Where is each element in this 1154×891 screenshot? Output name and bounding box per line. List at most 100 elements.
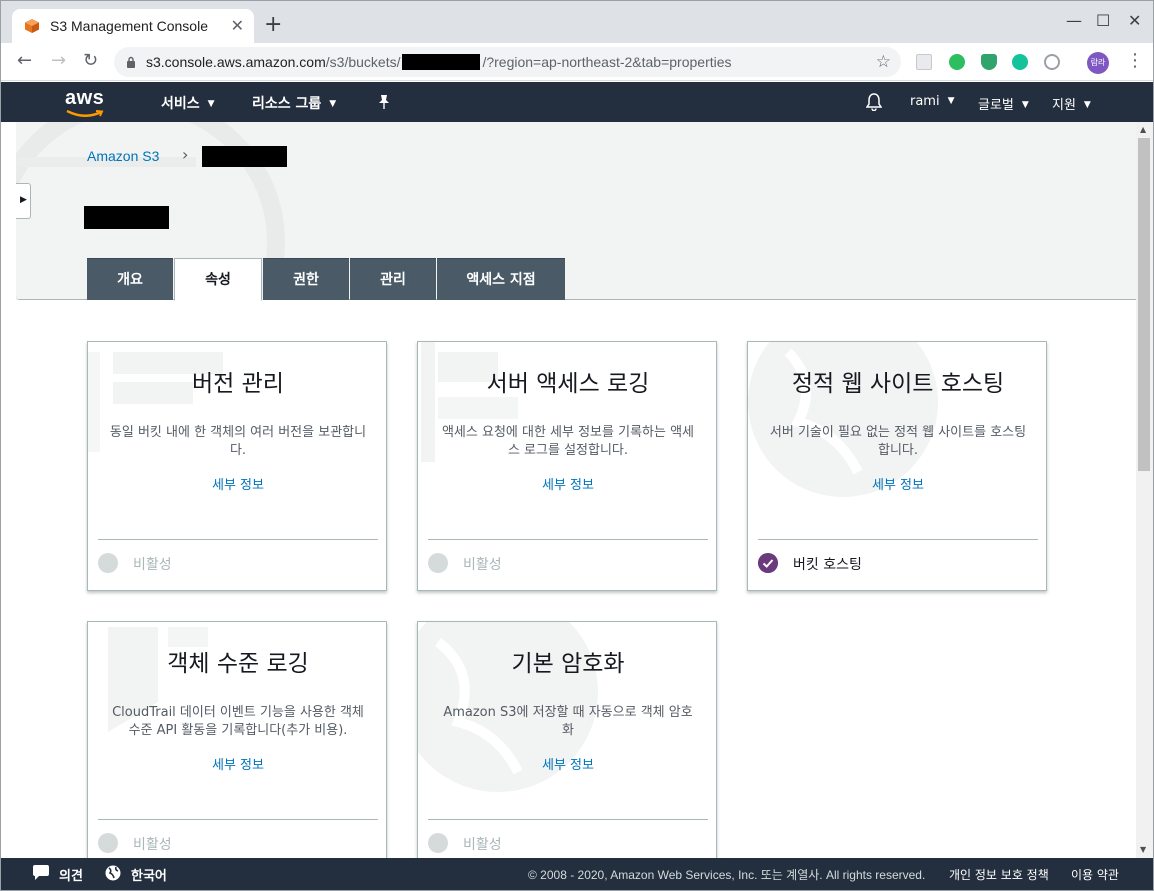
- lock-icon: [127, 56, 135, 68]
- tab-access-points[interactable]: 액세스 지점: [437, 258, 565, 300]
- status-disabled-icon: [98, 553, 118, 573]
- aws-smile-icon: [66, 110, 104, 117]
- scroll-up-icon[interactable]: ▲: [1140, 125, 1146, 134]
- profile-avatar[interactable]: 람라: [1087, 52, 1109, 74]
- grammarly-icon[interactable]: [1012, 54, 1028, 70]
- feedback-link[interactable]: 의견: [59, 865, 83, 884]
- bookmark-star-icon[interactable]: ☆: [876, 52, 891, 72]
- close-window-icon[interactable]: ✕: [1128, 11, 1141, 30]
- page-scrollbar[interactable]: ▲ ▼: [1136, 122, 1153, 858]
- s3-bucket-page: Amazon S3 › 개요 속성 권한 관리 액세스 지점 버전 관리 동일 …: [16, 122, 1136, 858]
- chevron-down-icon: ▼: [1083, 100, 1091, 110]
- tab-management[interactable]: 관리: [350, 258, 436, 300]
- details-link[interactable]: 세부 정보: [88, 754, 386, 773]
- new-tab-icon[interactable]: +: [264, 14, 282, 36]
- tab-strip: S3 Management Console ✕ + — ☐ ✕: [1, 1, 1153, 43]
- chevron-right-icon: ▶: [20, 195, 27, 205]
- timer-extension-icon[interactable]: [1044, 54, 1060, 70]
- services-menu[interactable]: 서비스 ▼: [161, 93, 215, 113]
- redacted-bucket-title: [84, 206, 169, 229]
- user-menu[interactable]: rami ▼: [910, 94, 955, 109]
- card-divider: [98, 819, 378, 820]
- maximize-icon[interactable]: ☐: [1096, 11, 1110, 30]
- side-nav-toggle[interactable]: ▶: [16, 183, 31, 219]
- status-label: 비활성: [133, 557, 172, 573]
- card-static-website-hosting[interactable]: 정적 웹 사이트 호스팅 서버 기술이 필요 없는 정적 웹 사이트를 호스팅합…: [747, 341, 1047, 591]
- breadcrumb-chevron-icon: ›: [182, 145, 189, 164]
- card-description: Amazon S3에 저장할 때 자동으로 객체 암호화: [443, 705, 693, 738]
- card-description: CloudTrail 데이터 이벤트 기능을 사용한 객체 수준 API 활동을…: [112, 705, 364, 738]
- card-divider: [428, 819, 708, 820]
- browser-toolbar: ← → ↻ s3.console.aws.amazon.com/s3/bucke…: [1, 43, 1153, 81]
- bell-icon[interactable]: [866, 93, 882, 111]
- redacted-breadcrumb-bucket: [202, 146, 287, 167]
- address-bar[interactable]: s3.console.aws.amazon.com/s3/buckets/ /?r…: [114, 47, 901, 77]
- tab-overview[interactable]: 개요: [87, 258, 173, 300]
- browser-menu-icon[interactable]: ⋮: [1126, 51, 1144, 71]
- details-link[interactable]: 세부 정보: [88, 474, 386, 493]
- feedback-chat-icon: [33, 865, 49, 880]
- shield-extension-icon[interactable]: [981, 54, 997, 70]
- extension-grid-icon[interactable]: [916, 54, 932, 70]
- tab-properties[interactable]: 속성: [174, 258, 262, 301]
- card-title: 정적 웹 사이트 호스팅: [791, 371, 1005, 397]
- tab-close-icon[interactable]: ✕: [231, 16, 244, 35]
- globe-language-icon: [105, 865, 121, 881]
- chevron-down-icon: ▼: [947, 96, 955, 106]
- browser-window: S3 Management Console ✕ + — ☐ ✕ ← → ↻ s3…: [0, 0, 1154, 891]
- url-path: /s3/buckets/: [325, 54, 401, 70]
- aws-logo[interactable]: aws: [65, 87, 105, 117]
- card-versioning[interactable]: 버전 관리 동일 버킷 내에 한 객체의 여러 버전을 보관합니다. 세부 정보…: [87, 341, 387, 591]
- breadcrumb-s3-link[interactable]: Amazon S3: [87, 148, 159, 164]
- s3-favicon-icon: [25, 19, 39, 33]
- language-selector[interactable]: 한국어: [131, 865, 167, 884]
- details-link[interactable]: 세부 정보: [418, 754, 716, 773]
- card-title: 객체 수준 로깅: [167, 651, 309, 677]
- details-link[interactable]: 세부 정보: [418, 474, 716, 493]
- status-disabled-icon: [428, 553, 448, 573]
- card-title: 서버 액세스 로깅: [486, 371, 650, 397]
- card-title: 기본 암호화: [511, 651, 625, 677]
- aws-footer: 의견 한국어 © 2008 - 2020, Amazon Web Service…: [1, 858, 1153, 890]
- status-label: 비활성: [463, 557, 502, 573]
- support-menu[interactable]: 지원 ▼: [1052, 94, 1091, 113]
- forward-icon[interactable]: →: [51, 51, 66, 71]
- url-query: /?region=ap-northeast-2&tab=properties: [482, 54, 732, 70]
- card-description: 서버 기술이 필요 없는 정적 웹 사이트를 호스팅합니다.: [769, 425, 1027, 458]
- aws-logo-text: aws: [65, 87, 105, 109]
- status-disabled-icon: [98, 833, 118, 853]
- details-link[interactable]: 세부 정보: [748, 474, 1046, 493]
- card-default-encryption[interactable]: 기본 암호화 Amazon S3에 저장할 때 자동으로 객체 암호화 세부 정…: [417, 621, 717, 858]
- back-icon[interactable]: ←: [17, 51, 32, 71]
- minimize-icon[interactable]: —: [1066, 11, 1082, 30]
- card-divider: [428, 539, 708, 540]
- status-label: 비활성: [463, 837, 502, 853]
- chevron-down-icon: ▼: [207, 99, 215, 109]
- card-server-access-logging[interactable]: 서버 액세스 로깅 액세스 요청에 대한 세부 정보를 기록하는 액세스 로그를…: [417, 341, 717, 591]
- status-disabled-icon: [428, 833, 448, 853]
- resource-groups-menu[interactable]: 리소스 그룹 ▼: [252, 93, 336, 113]
- resource-groups-label: 리소스 그룹: [252, 96, 322, 112]
- card-description: 동일 버킷 내에 한 객체의 여러 버전을 보관합니다.: [109, 425, 367, 458]
- card-object-level-logging[interactable]: 객체 수준 로깅 CloudTrail 데이터 이벤트 기능을 사용한 객체 수…: [87, 621, 387, 858]
- user-label: rami: [910, 94, 940, 109]
- terms-link[interactable]: 이용 약관: [1071, 866, 1119, 883]
- tab-title: S3 Management Console: [50, 18, 208, 34]
- browser-tab[interactable]: S3 Management Console ✕: [12, 9, 254, 43]
- evernote-icon[interactable]: [949, 54, 965, 70]
- region-menu[interactable]: 글로벌 ▼: [978, 94, 1029, 113]
- card-title: 버전 관리: [192, 371, 284, 397]
- pin-icon[interactable]: [377, 94, 391, 110]
- chevron-down-icon: ▼: [329, 99, 337, 109]
- scroll-down-icon[interactable]: ▼: [1140, 845, 1146, 854]
- card-description: 액세스 요청에 대한 세부 정보를 기록하는 액세스 로그를 설정합니다.: [441, 425, 695, 458]
- privacy-policy-link[interactable]: 개인 정보 보호 정책: [949, 866, 1049, 883]
- reload-icon[interactable]: ↻: [83, 51, 98, 71]
- status-enabled-check-icon: [758, 553, 778, 573]
- services-label: 서비스: [161, 96, 200, 112]
- bucket-header: Amazon S3 › 개요 속성 권한 관리 액세스 지점: [16, 122, 1136, 301]
- scrollbar-thumb[interactable]: [1138, 138, 1150, 471]
- tab-permissions[interactable]: 권한: [263, 258, 349, 300]
- status-label: 버킷 호스팅: [793, 557, 862, 573]
- status-label: 비활성: [133, 837, 172, 853]
